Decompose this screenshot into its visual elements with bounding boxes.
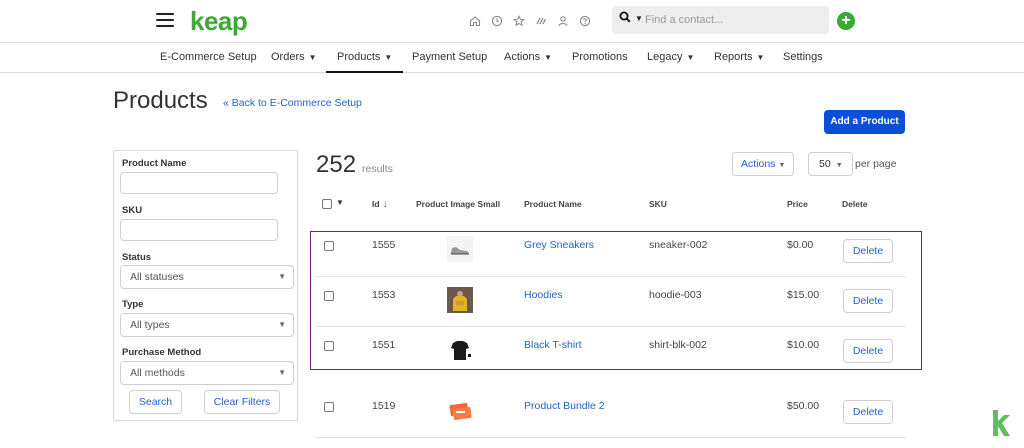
subnav-item-actions[interactable]: Actions ▼ bbox=[504, 43, 552, 73]
column-header-id[interactable]: Id ↓ bbox=[372, 199, 388, 210]
home-icon[interactable] bbox=[466, 12, 484, 30]
bulk-actions-dropdown[interactable]: Actions ▼ bbox=[732, 152, 794, 176]
select-options-chevron-icon[interactable]: ▼ bbox=[336, 198, 344, 207]
page-title: Products bbox=[113, 87, 208, 114]
add-product-button[interactable]: Add a Product bbox=[824, 110, 905, 134]
product-thumbnail-bundle bbox=[447, 398, 473, 424]
filters-panel: Product Name SKU Status All statuses ▼ Ty… bbox=[113, 150, 298, 421]
delete-button[interactable]: Delete bbox=[843, 400, 893, 424]
sku-input[interactable] bbox=[120, 219, 278, 241]
star-icon[interactable] bbox=[510, 12, 528, 30]
type-select[interactable]: All types ▼ bbox=[120, 313, 294, 337]
column-header-sku[interactable]: SKU bbox=[649, 199, 667, 209]
column-header-image: Product Image Small bbox=[416, 199, 501, 209]
chevron-down-icon: ▼ bbox=[278, 272, 286, 281]
quick-actions-icon[interactable] bbox=[532, 12, 550, 30]
keap-logo[interactable]: keap bbox=[190, 6, 248, 37]
subnav-item-orders[interactable]: Orders ▼ bbox=[271, 43, 317, 73]
product-name-input[interactable] bbox=[120, 172, 278, 194]
chevron-down-icon: ▼ bbox=[686, 53, 695, 62]
results-count: 252 bbox=[316, 151, 357, 178]
subnav-item-legacy[interactable]: Legacy ▼ bbox=[647, 43, 694, 73]
column-header-product-name[interactable]: Product Name bbox=[524, 199, 582, 209]
quick-nav-icons bbox=[466, 12, 594, 30]
subnav-item-promotions[interactable]: Promotions bbox=[572, 43, 628, 73]
row-divider bbox=[316, 437, 906, 438]
product-name-link[interactable]: Product Bundle 2 bbox=[524, 400, 605, 412]
user-icon[interactable] bbox=[554, 12, 572, 30]
search-input[interactable] bbox=[645, 10, 823, 30]
select-all-checkbox[interactable] bbox=[322, 199, 332, 209]
search-button[interactable]: Search bbox=[129, 390, 182, 414]
per-page-select[interactable]: 50 ▼ bbox=[808, 152, 853, 176]
sort-descending-icon: ↓ bbox=[382, 199, 388, 210]
chevron-down-icon: ▼ bbox=[278, 320, 286, 329]
back-to-ecommerce-link[interactable]: « Back to E-Commerce Setup bbox=[223, 97, 362, 109]
top-bar: keap ▼ + bbox=[0, 0, 1024, 43]
ecommerce-subnav: E-Commerce Setup Orders ▼ Products ▼ Payme… bbox=[0, 43, 1024, 73]
row-checkbox[interactable] bbox=[324, 402, 334, 412]
chevron-down-icon: ▼ bbox=[778, 162, 786, 169]
subnav-item-ecommerce-setup[interactable]: E-Commerce Setup bbox=[160, 43, 257, 73]
purchase-method-select[interactable]: All methods ▼ bbox=[120, 361, 294, 385]
chevron-down-icon: ▼ bbox=[278, 368, 286, 377]
column-header-price[interactable]: Price bbox=[787, 199, 808, 209]
chevron-down-icon: ▼ bbox=[544, 53, 552, 62]
type-label: Type bbox=[122, 299, 144, 310]
status-label: Status bbox=[122, 252, 152, 263]
selection-highlight bbox=[310, 231, 922, 370]
chevron-down-icon: ▼ bbox=[756, 53, 765, 62]
search-icon[interactable] bbox=[619, 11, 631, 26]
clear-filters-button[interactable]: Clear Filters bbox=[204, 390, 280, 414]
product-price: $50.00 bbox=[787, 400, 820, 412]
keap-k-logo-icon bbox=[990, 408, 1012, 438]
per-page-label: per page bbox=[855, 158, 897, 170]
search-scope-dropdown-icon[interactable]: ▼ bbox=[635, 14, 643, 23]
contact-search: ▼ bbox=[612, 6, 829, 34]
subnav-item-settings[interactable]: Settings bbox=[783, 43, 823, 73]
subnav-item-reports[interactable]: Reports ▼ bbox=[714, 43, 764, 73]
column-header-delete: Delete bbox=[842, 199, 868, 209]
subnav-item-products[interactable]: Products ▼ bbox=[326, 43, 404, 73]
product-id: 1519 bbox=[372, 400, 396, 412]
chevron-down-icon: ▼ bbox=[308, 53, 317, 62]
clock-icon[interactable] bbox=[488, 12, 506, 30]
results-label: results bbox=[362, 163, 393, 175]
chevron-down-icon: ▼ bbox=[835, 162, 843, 169]
help-icon[interactable] bbox=[576, 12, 594, 30]
product-name-label: Product Name bbox=[122, 158, 187, 169]
sku-label: SKU bbox=[122, 205, 143, 216]
purchase-method-label: Purchase Method bbox=[122, 347, 202, 358]
subnav-item-payment-setup[interactable]: Payment Setup bbox=[412, 43, 487, 73]
status-select[interactable]: All statuses ▼ bbox=[120, 265, 294, 289]
menu-icon[interactable] bbox=[156, 13, 174, 27]
chevron-down-icon: ▼ bbox=[384, 53, 393, 62]
quick-add-button[interactable]: + bbox=[837, 12, 855, 30]
